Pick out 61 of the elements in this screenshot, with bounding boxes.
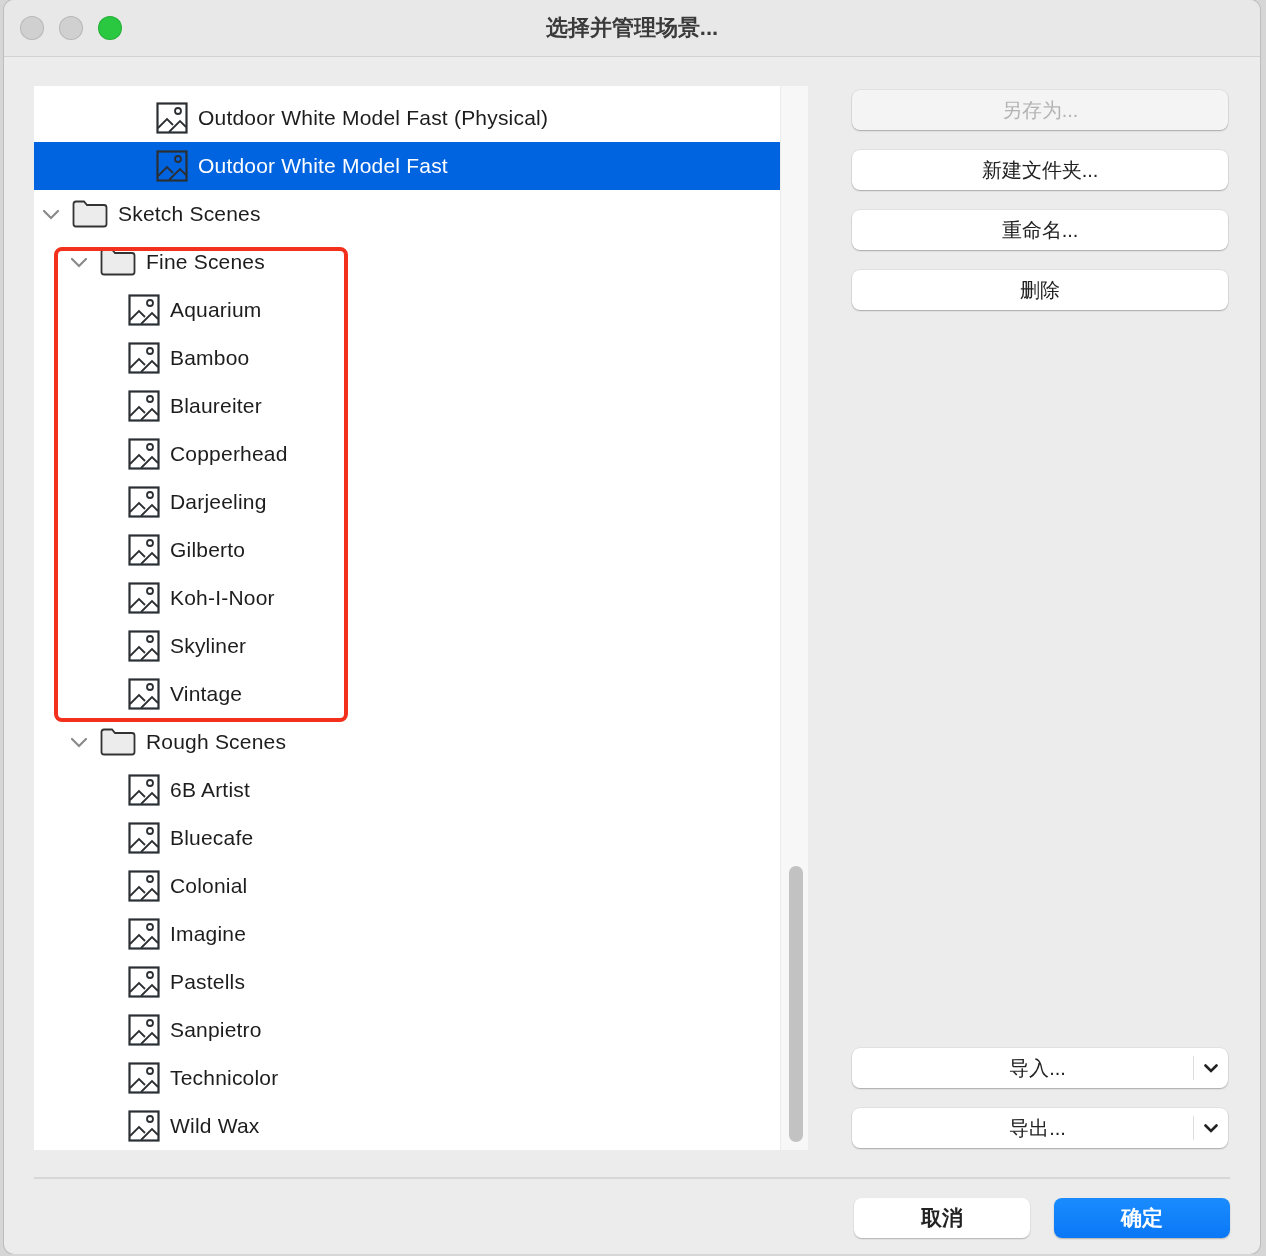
scene-item[interactable]: Blaureiter (34, 382, 780, 430)
window-title: 选择并管理场景... (545, 15, 719, 40)
scene-item[interactable]: Skyliner (34, 622, 780, 670)
image-icon (128, 390, 160, 422)
chevron-down-icon (1204, 1063, 1218, 1073)
scene-item[interactable]: Gilberto (34, 526, 780, 574)
action-button[interactable]: 重命名... (852, 210, 1228, 250)
folder-item[interactable]: Fine Scenes (34, 238, 780, 286)
image-icon (128, 774, 160, 806)
window-control[interactable] (98, 16, 122, 40)
image-icon (128, 294, 160, 326)
image-icon (128, 630, 160, 662)
scene-item[interactable]: Pastells (34, 958, 780, 1006)
scene-item[interactable]: 6B Artist (34, 766, 780, 814)
scene-item[interactable]: Imagine (34, 910, 780, 958)
scene-item[interactable]: Wild Wax (34, 1102, 780, 1150)
scene-item[interactable]: Outdoor White Model Fast (34, 142, 780, 190)
cancel-button[interactable]: 取消 (854, 1198, 1030, 1238)
image-icon (128, 582, 160, 614)
window-control[interactable] (59, 16, 83, 40)
scrollbar-thumb[interactable] (789, 866, 803, 1142)
image-icon (156, 150, 188, 182)
scene-item[interactable]: Copperhead (34, 430, 780, 478)
window-control[interactable] (20, 16, 44, 40)
image-icon (128, 1014, 160, 1046)
action-button[interactable]: 新建文件夹... (852, 150, 1228, 190)
folder-icon (100, 728, 136, 756)
image-icon (128, 1110, 160, 1142)
image-icon (128, 870, 160, 902)
scene-item[interactable]: Colonial (34, 862, 780, 910)
image-icon (128, 966, 160, 998)
image-icon (128, 1062, 160, 1094)
image-icon (128, 486, 160, 518)
image-icon (156, 102, 188, 134)
action-button[interactable]: 删除 (852, 270, 1228, 310)
image-icon (128, 438, 160, 470)
image-icon (128, 534, 160, 566)
scene-item[interactable]: Bluecafe (34, 814, 780, 862)
scene-item[interactable]: Bamboo (34, 334, 780, 382)
scene-item[interactable]: Koh-I-Noor (34, 574, 780, 622)
chevron-down-icon[interactable] (42, 208, 60, 220)
scene-item[interactable]: Darjeeling (34, 478, 780, 526)
scene-item[interactable]: Outdoor White Model Fast (Physical) (34, 94, 780, 142)
folder-icon (72, 200, 108, 228)
chevron-down-icon[interactable] (70, 736, 88, 748)
folder-icon (100, 248, 136, 276)
folder-item[interactable]: Sketch Scenes (34, 190, 780, 238)
scene-item[interactable]: Aquarium (34, 286, 780, 334)
chevron-down-icon[interactable] (70, 256, 88, 268)
confirm-button[interactable]: 确定 (1054, 1198, 1230, 1238)
folder-item[interactable]: Rough Scenes (34, 718, 780, 766)
dropdown-button[interactable]: 导出... (852, 1108, 1228, 1148)
dropdown-button[interactable]: 导入... (852, 1048, 1228, 1088)
scene-item[interactable]: Technicolor (34, 1054, 780, 1102)
scene-item[interactable]: Sanpietro (34, 1006, 780, 1054)
image-icon (128, 342, 160, 374)
image-icon (128, 822, 160, 854)
image-icon (128, 678, 160, 710)
chevron-down-icon (1204, 1123, 1218, 1133)
scene-item[interactable]: Vintage (34, 670, 780, 718)
image-icon (128, 918, 160, 950)
